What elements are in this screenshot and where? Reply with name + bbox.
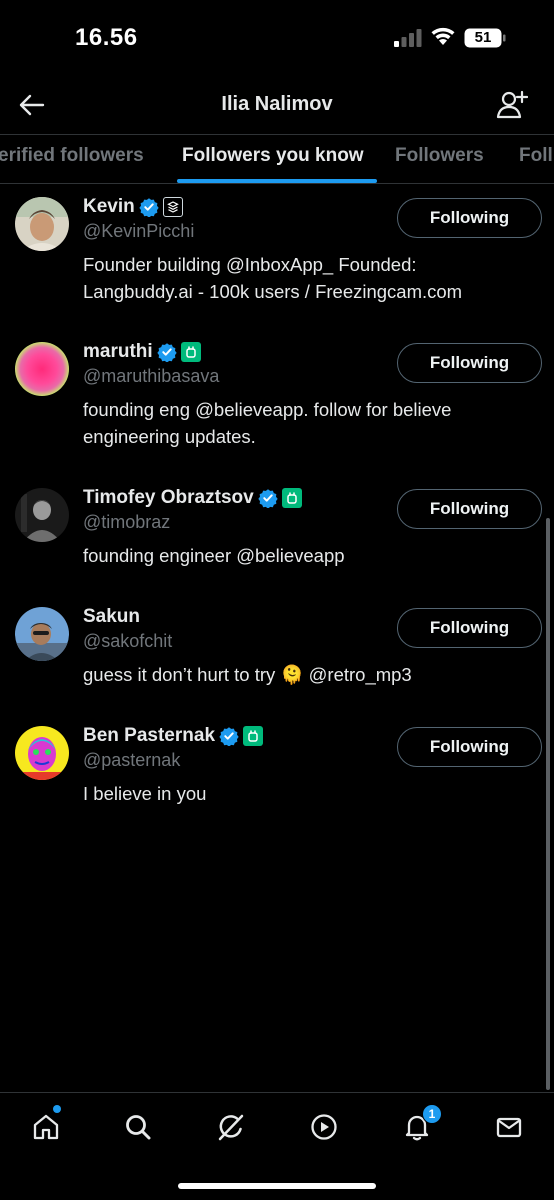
user-name-line: Ben Pasternak — [83, 723, 264, 749]
believe-affiliate-badge-icon — [243, 726, 264, 746]
avatar[interactable] — [15, 197, 69, 251]
following-button[interactable]: Following — [397, 727, 542, 767]
active-tab-indicator — [177, 179, 377, 183]
follow-user-button[interactable] — [494, 88, 530, 122]
user-name: Kevin — [83, 196, 135, 217]
user-handle: @maruthibasava — [83, 366, 220, 386]
header: Ilia Nalimov — [0, 76, 554, 134]
grok-icon — [218, 1114, 244, 1141]
status-bar: 16.56 51 — [0, 0, 554, 76]
page-title: Ilia Nalimov — [221, 93, 333, 115]
tab-verified-followers[interactable]: erified followers — [0, 145, 144, 167]
user-name-line: Kevin — [83, 194, 183, 220]
avatar[interactable] — [15, 726, 69, 780]
user-bio: Founder building @InboxApp_ Founded: Lan… — [83, 254, 463, 302]
nav-search[interactable] — [118, 1107, 158, 1147]
user-handle: @pasternak — [83, 750, 181, 770]
verified-badge-icon — [139, 198, 159, 217]
user-name-line: maruthi — [83, 339, 201, 365]
wifi-icon — [431, 27, 455, 45]
search-icon — [126, 1115, 151, 1140]
user-handle: @sakofchit — [83, 631, 173, 651]
believe-affiliate-badge-icon — [180, 342, 201, 362]
avatar[interactable] — [15, 607, 69, 661]
verified-badge-icon — [157, 343, 177, 362]
nav-video[interactable] — [304, 1107, 344, 1147]
following-button[interactable]: Following — [397, 608, 542, 648]
home-new-content-dot — [53, 1105, 61, 1113]
tab-followers-you-know[interactable]: Followers you know — [182, 145, 364, 167]
nav-messages[interactable] — [489, 1107, 529, 1147]
believe-affiliate-badge-icon — [281, 488, 302, 508]
home-icon — [33, 1114, 59, 1140]
user-name: Sakun — [83, 606, 141, 627]
user-bio: founding eng @believeapp. follow for bel… — [83, 399, 452, 447]
user-name-line: Timofey Obraztsov — [83, 485, 302, 511]
battery-level: 51 — [474, 29, 492, 46]
tab-following[interactable]: Foll — [519, 145, 553, 167]
user-handle: @KevinPicchi — [83, 221, 195, 241]
tab-followers[interactable]: Followers — [395, 145, 484, 167]
user-bio-text: guess it don’t hurt to try — [83, 664, 276, 685]
melting-face-emoji: 🫠 — [280, 664, 304, 685]
user-bio: I believe in you — [83, 783, 207, 804]
status-time: 16.56 — [75, 24, 138, 51]
avatar[interactable] — [15, 342, 69, 396]
user-name: maruthi — [83, 341, 153, 362]
user-name: Ben Pasternak — [83, 725, 216, 746]
verified-badge-icon — [219, 727, 239, 746]
followers-tab-bar: erified followers Followers you know Fol… — [0, 134, 554, 184]
user-bio-mention[interactable]: @retro_mp3 — [309, 664, 412, 685]
following-button[interactable]: Following — [397, 489, 542, 529]
messages-icon — [496, 1117, 522, 1138]
add-user-icon — [496, 90, 528, 119]
user-bio: guess it don’t hurt to try 🫠 @retro_mp3 — [83, 661, 523, 688]
following-button[interactable]: Following — [397, 343, 542, 383]
nav-grok[interactable] — [211, 1107, 251, 1147]
following-button[interactable]: Following — [397, 198, 542, 238]
user-name-line: Sakun — [83, 604, 140, 630]
scrollbar[interactable] — [546, 518, 550, 1090]
notification-count-badge: 1 — [422, 1104, 442, 1124]
cellular-signal-icon — [394, 29, 422, 47]
affiliate-badge-icon — [162, 197, 183, 217]
verified-badge-icon — [258, 489, 278, 508]
bottom-nav: 1 — [0, 1092, 554, 1200]
battery-icon: 51 — [464, 28, 506, 48]
user-name: Timofey Obraztsov — [83, 487, 254, 508]
avatar[interactable] — [15, 488, 69, 542]
video-icon — [311, 1114, 337, 1140]
home-indicator[interactable] — [178, 1183, 376, 1189]
user-bio: founding engineer @believeapp — [83, 545, 345, 566]
user-handle: @timobraz — [83, 512, 171, 532]
nav-home[interactable] — [26, 1107, 66, 1147]
